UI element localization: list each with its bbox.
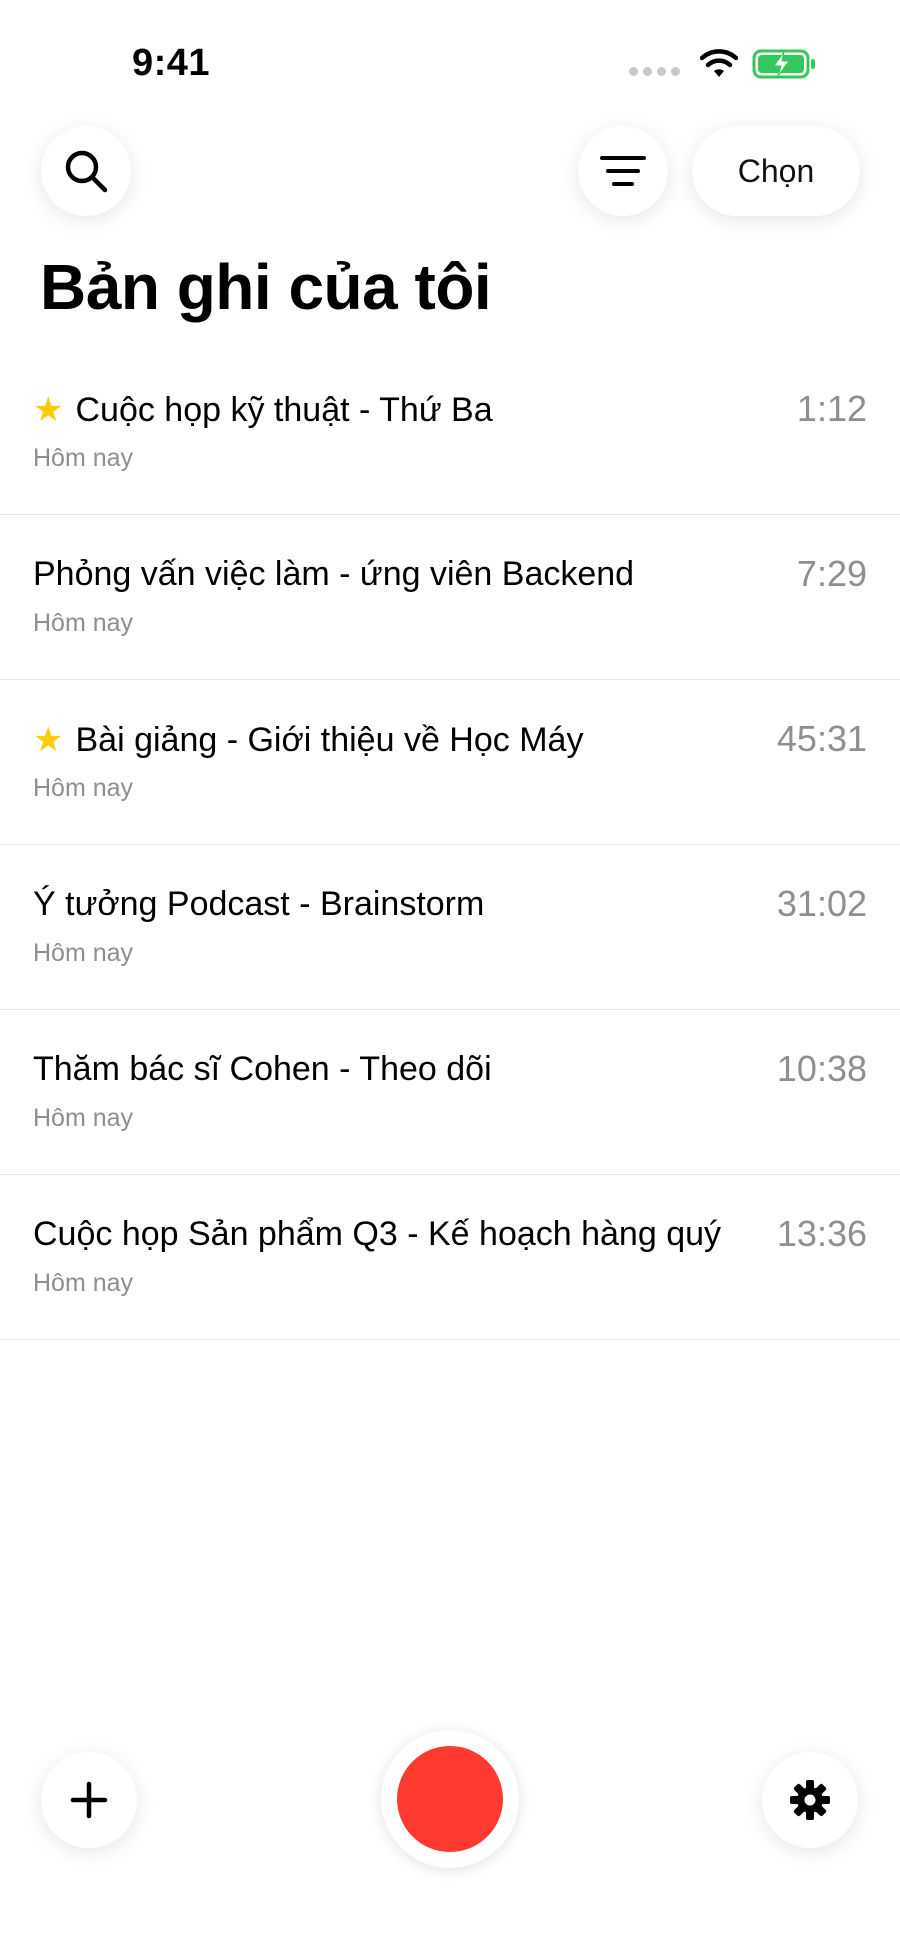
plus-icon <box>70 1781 108 1819</box>
recording-duration: 7:29 <box>796 553 867 594</box>
record-icon <box>397 1746 503 1852</box>
recording-row[interactable]: Ý tưởng Podcast - Brainstorm Hôm nay 31:… <box>0 845 900 1010</box>
gear-icon <box>790 1780 830 1820</box>
recording-date: Hôm nay <box>33 609 134 637</box>
star-icon: ★ <box>33 391 64 429</box>
recording-duration: 1:12 <box>796 388 867 429</box>
signal-dots-icon <box>629 66 680 76</box>
status-time: 9:41 <box>132 42 211 84</box>
recording-date: Hôm nay <box>33 939 134 967</box>
recording-title: Cuộc họp Sản phẩm Q3 - Kế hoạch hàng quý <box>33 1215 722 1253</box>
battery-charging-icon <box>752 49 815 79</box>
recording-row[interactable]: Cuộc họp Sản phẩm Q3 - Kế hoạch hàng quý… <box>0 1175 900 1340</box>
select-button[interactable]: Chọn <box>692 126 860 216</box>
recording-row[interactable]: Thăm bác sĩ Cohen - Theo dõi Hôm nay 10:… <box>0 1010 900 1175</box>
recording-date: Hôm nay <box>33 1104 134 1132</box>
recording-row[interactable]: ★ Bài giảng - Giới thiệu về Học Máy Hôm … <box>0 680 900 845</box>
filter-button[interactable] <box>578 126 668 216</box>
search-icon <box>65 150 108 193</box>
record-button[interactable] <box>381 1730 519 1868</box>
recording-title: Bài giảng - Giới thiệu về Học Máy <box>75 720 584 759</box>
add-button[interactable] <box>41 1752 137 1848</box>
recording-title: Phỏng vấn việc làm - ứng viên Backend <box>33 555 635 593</box>
search-button[interactable] <box>41 126 131 216</box>
recording-date: Hôm nay <box>33 444 134 472</box>
recording-row[interactable]: ★ Cuộc họp kỹ thuật - Thứ Ba Hôm nay 1:1… <box>0 350 900 515</box>
filter-icon <box>600 156 646 186</box>
star-icon: ★ <box>33 721 64 759</box>
recording-duration: 45:31 <box>776 718 867 759</box>
recording-title: Cuộc họp kỹ thuật - Thứ Ba <box>75 390 493 429</box>
recording-date: Hôm nay <box>33 774 134 802</box>
recording-duration: 31:02 <box>776 883 867 924</box>
settings-button[interactable] <box>762 1752 858 1848</box>
status-indicators <box>629 48 818 80</box>
recording-duration: 13:36 <box>776 1213 867 1254</box>
wifi-icon <box>700 49 738 77</box>
recordings-screen: 9:41 Chọn Bản ghi của tôi ★ Cuộc họp kỹ … <box>0 0 900 1950</box>
recording-title: Thăm bác sĩ Cohen - Theo dõi <box>33 1050 492 1088</box>
page-title: Bản ghi của tôi <box>40 251 492 323</box>
recording-row[interactable]: Phỏng vấn việc làm - ứng viên Backend Hô… <box>0 515 900 680</box>
recordings-list: ★ Cuộc họp kỹ thuật - Thứ Ba Hôm nay 1:1… <box>0 350 900 1340</box>
recording-date: Hôm nay <box>33 1269 134 1297</box>
recording-title: Ý tưởng Podcast - Brainstorm <box>33 885 485 923</box>
recording-duration: 10:38 <box>776 1048 867 1089</box>
